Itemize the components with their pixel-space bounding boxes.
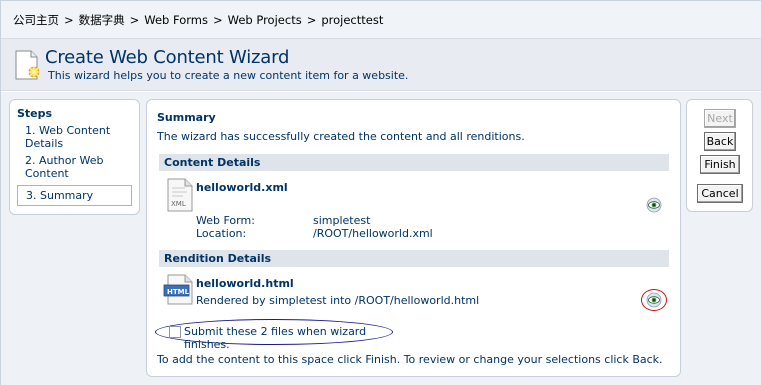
breadcrumb-item-home[interactable]: 公司主页	[13, 13, 59, 27]
location-label: Location:	[196, 227, 247, 240]
breadcrumb-separator: >	[306, 13, 317, 27]
steps-title: Steps	[17, 107, 53, 120]
html-file-icon: HTML	[163, 274, 193, 305]
wizard-header: Create Web Content Wizard This wizard he…	[1, 39, 761, 91]
page-title: Create Web Content Wizard	[45, 47, 290, 68]
breadcrumb-separator: >	[212, 13, 223, 27]
cancel-button[interactable]: Cancel	[697, 184, 743, 203]
xml-file-icon: XML	[167, 178, 193, 212]
breadcrumb: 公司主页 > 数据字典 > Web Forms > Web Projects > project…	[1, 1, 761, 39]
breadcrumb-item-data-dictionary[interactable]: 数据字典	[79, 13, 125, 27]
wizard-buttons-panel: Next Back Finish Cancel	[686, 99, 753, 212]
submit-files-option[interactable]: Submit these 2 files when wizard finishe…	[155, 319, 393, 351]
rendition-details-heading: Rendition Details	[159, 250, 669, 267]
rendition-file-name[interactable]: helloworld.html	[196, 277, 294, 290]
preview-eye-icon[interactable]	[646, 197, 662, 213]
summary-panel: Summary The wizard has successfully crea…	[146, 99, 681, 377]
html-file-icon-label: HTML	[167, 288, 190, 296]
location-value: /ROOT/helloworld.xml	[313, 227, 433, 240]
wizard-window: 公司主页 > 数据字典 > Web Forms > Web Projects > project…	[0, 0, 762, 385]
submit-files-checkbox[interactable]	[169, 326, 181, 338]
step-author-web-content[interactable]: 2. Author Web Content	[17, 153, 132, 183]
summary-title: Summary	[157, 111, 216, 124]
content-file-name[interactable]: helloworld.xml	[196, 181, 288, 194]
breadcrumb-separator: >	[64, 13, 74, 27]
breadcrumb-item-projecttest[interactable]: projecttest	[321, 13, 383, 27]
back-button[interactable]: Back	[704, 132, 736, 151]
rendition-description: Rendered by simpletest into /ROOT/hellow…	[196, 294, 480, 307]
rendition-preview-eye-icon[interactable]	[646, 292, 662, 308]
breadcrumb-item-web-projects[interactable]: Web Projects	[228, 13, 302, 27]
web-form-value: simpletest	[313, 214, 371, 227]
steps-panel: Steps 1. Web Content Details 2. Author W…	[9, 99, 140, 215]
breadcrumb-separator: >	[129, 13, 140, 27]
summary-description: The wizard has successfully created the …	[157, 130, 525, 143]
submit-files-label[interactable]: Submit these 2 files when wizard finishe…	[184, 325, 393, 351]
step-web-content-details[interactable]: 1. Web Content Details	[17, 123, 132, 153]
finish-instructions: To add the content to this space click F…	[157, 353, 663, 366]
xml-file-icon-label: XML	[171, 200, 186, 208]
breadcrumb-item-web-forms[interactable]: Web Forms	[144, 13, 208, 27]
new-document-icon	[15, 50, 40, 80]
finish-button[interactable]: Finish	[700, 155, 740, 174]
next-button[interactable]: Next	[704, 109, 736, 128]
web-form-label: Web Form:	[196, 214, 255, 227]
content-details-heading: Content Details	[159, 154, 669, 171]
page-subtitle: This wizard helps you to create a new co…	[48, 69, 409, 82]
step-summary[interactable]: 3. Summary	[17, 185, 132, 206]
